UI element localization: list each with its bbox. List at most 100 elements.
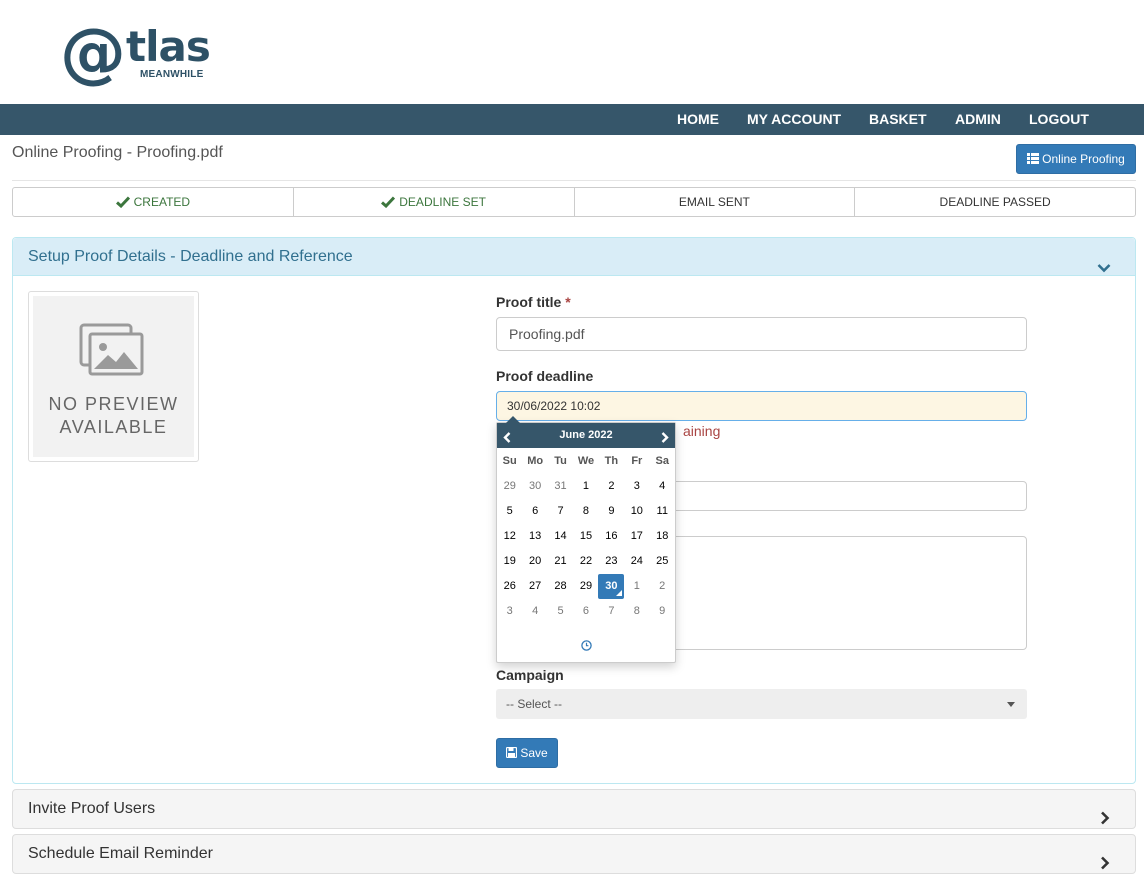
required-marker: * — [565, 294, 571, 310]
day-cell[interactable]: 29 — [573, 574, 598, 599]
day-cell[interactable]: 5 — [548, 599, 573, 624]
no-preview-line-2: AVAILABLE — [59, 417, 168, 437]
day-cell[interactable]: 2 — [599, 474, 624, 499]
day-cell[interactable]: 6 — [573, 599, 598, 624]
proof-title-input[interactable]: Proofing.pdf — [496, 317, 1027, 351]
weekday-label: Su — [502, 455, 517, 467]
datepicker-month-label[interactable]: June 2022 — [497, 423, 675, 448]
setup-panel-title: Setup Proof Details - Deadline and Refer… — [28, 248, 353, 265]
weekday-header-row: Su Mo Tu We Th Fr Sa — [497, 449, 675, 474]
weekday-label: Th — [604, 455, 619, 467]
weekday-label: Tu — [554, 455, 567, 467]
day-cell[interactable]: 7 — [548, 499, 573, 524]
day-cell[interactable]: 2 — [650, 574, 675, 599]
day-cell[interactable]: 7 — [599, 599, 624, 624]
day-cell[interactable]: 25 — [650, 549, 675, 574]
step-deadline-set: DEADLINE SET — [292, 187, 575, 217]
day-cell[interactable]: 5 — [497, 499, 522, 524]
weekday-label: Sa — [655, 455, 669, 467]
day-cell[interactable]: 15 — [573, 524, 598, 549]
chevron-right-icon[interactable] — [661, 430, 669, 448]
day-cell[interactable]: 8 — [573, 499, 598, 524]
week-row: 26 27 28 29 30 1 2 — [497, 574, 675, 599]
day-cell[interactable]: 14 — [548, 524, 573, 549]
day-cell[interactable]: 18 — [650, 524, 675, 549]
nav-basket[interactable]: BASKET — [869, 104, 927, 135]
datepicker-header: June 2022 — [497, 423, 675, 448]
day-cell[interactable]: 6 — [522, 499, 547, 524]
online-proofing-label: Online Proofing — [1042, 152, 1125, 166]
no-preview-line-1: NO PREVIEW — [48, 394, 179, 414]
week-row: 29 30 31 1 2 3 4 — [497, 474, 675, 499]
week-row: 3456789 — [497, 599, 675, 624]
day-cell[interactable]: 13 — [522, 524, 547, 549]
day-cell[interactable]: 19 — [497, 549, 522, 574]
main-navbar: HOME MY ACCOUNT BASKET ADMIN LOGOUT — [0, 104, 1144, 135]
day-cell-selected[interactable]: 30 — [598, 574, 625, 599]
day-cell[interactable]: 23 — [599, 549, 624, 574]
day-cell[interactable]: 3 — [497, 599, 522, 624]
day-cell[interactable]: 4 — [522, 599, 547, 624]
day-cell[interactable]: 30 — [522, 474, 547, 499]
week-row: 5 6 7 8 9 10 11 — [497, 499, 675, 524]
nav-home[interactable]: HOME — [677, 104, 719, 135]
setup-panel-heading[interactable]: Setup Proof Details - Deadline and Refer… — [13, 238, 1135, 276]
save-button[interactable]: Save — [496, 738, 558, 768]
day-cell[interactable]: 4 — [650, 474, 675, 499]
date-picker-popup: June 2022 Su Mo Tu We Th Fr Sa 29 30 31 1 2 3 4 5 6 7 8 9 1… — [496, 416, 676, 663]
day-cell[interactable]: 29 — [497, 474, 522, 499]
proof-title-value: Proofing.pdf — [509, 326, 585, 342]
proof-deadline-label: Proof deadline — [496, 368, 594, 384]
day-cell[interactable]: 16 — [599, 524, 624, 549]
proof-title-label: Proof title * — [496, 294, 571, 310]
nav-logout[interactable]: LOGOUT — [1029, 104, 1089, 135]
day-cell[interactable]: 21 — [548, 549, 573, 574]
preview-thumbnail: NO PREVIEW AVAILABLE — [28, 291, 199, 462]
day-cell[interactable]: 31 — [548, 474, 573, 499]
day-cell[interactable]: 17 — [624, 524, 649, 549]
day-cell[interactable]: 10 — [624, 499, 649, 524]
weekday-label: We — [577, 455, 595, 467]
atlas-logo[interactable]: @ tlas MEANWHILE — [60, 14, 211, 91]
day-cell[interactable]: 9 — [650, 599, 675, 624]
nav-my-account[interactable]: MY ACCOUNT — [747, 104, 841, 135]
deadline-help-text: aining — [683, 423, 721, 439]
online-proofing-button[interactable]: Online Proofing — [1016, 144, 1136, 174]
day-cell[interactable]: 12 — [497, 524, 522, 549]
caret-down-icon — [1007, 702, 1015, 707]
step-created: CREATED — [12, 187, 294, 217]
step-label: EMAIL SENT — [678, 195, 750, 209]
image-placeholder-icon — [79, 323, 144, 376]
step-label: DEADLINE PASSED — [939, 195, 1051, 209]
divider — [12, 180, 1136, 181]
day-cell[interactable]: 1 — [573, 474, 598, 499]
day-cell[interactable]: 28 — [548, 574, 573, 599]
schedule-email-reminder-panel[interactable]: Schedule Email Reminder — [12, 834, 1136, 874]
proof-deadline-value: 30/06/2022 10:02 — [507, 399, 601, 413]
logo-at-symbol: @ — [60, 14, 126, 91]
day-cell[interactable]: 24 — [624, 549, 649, 574]
chevron-down-icon[interactable] — [1097, 250, 1111, 288]
week-row: 19 20 21 22 23 24 25 — [497, 549, 675, 574]
campaign-label: Campaign — [496, 667, 564, 683]
day-cell[interactable]: 3 — [624, 474, 649, 499]
progress-steps: CREATED DEADLINE SET EMAIL SENT DEADLINE… — [12, 187, 1136, 217]
step-label: CREATED — [133, 195, 191, 209]
day-cell[interactable]: 9 — [599, 499, 624, 524]
logo-word: tlas — [126, 22, 211, 71]
proof-deadline-input[interactable]: 30/06/2022 10:02 — [496, 391, 1027, 421]
day-cell[interactable]: 27 — [522, 574, 547, 599]
day-cell[interactable]: 8 — [624, 599, 649, 624]
day-cell[interactable]: 26 — [497, 574, 522, 599]
chevron-right-icon[interactable] — [1100, 847, 1110, 880]
list-icon — [1027, 146, 1040, 174]
campaign-select[interactable]: -- Select -- — [496, 689, 1027, 719]
day-cell[interactable]: 20 — [522, 549, 547, 574]
nav-admin[interactable]: ADMIN — [955, 104, 1001, 135]
day-cell[interactable]: 22 — [573, 549, 598, 574]
day-cell[interactable]: 11 — [650, 499, 675, 524]
preview-placeholder: NO PREVIEW AVAILABLE — [33, 296, 194, 457]
invite-proof-users-panel[interactable]: Invite Proof Users — [12, 789, 1136, 829]
day-cell[interactable]: 1 — [624, 574, 649, 599]
clock-icon[interactable] — [581, 638, 592, 656]
